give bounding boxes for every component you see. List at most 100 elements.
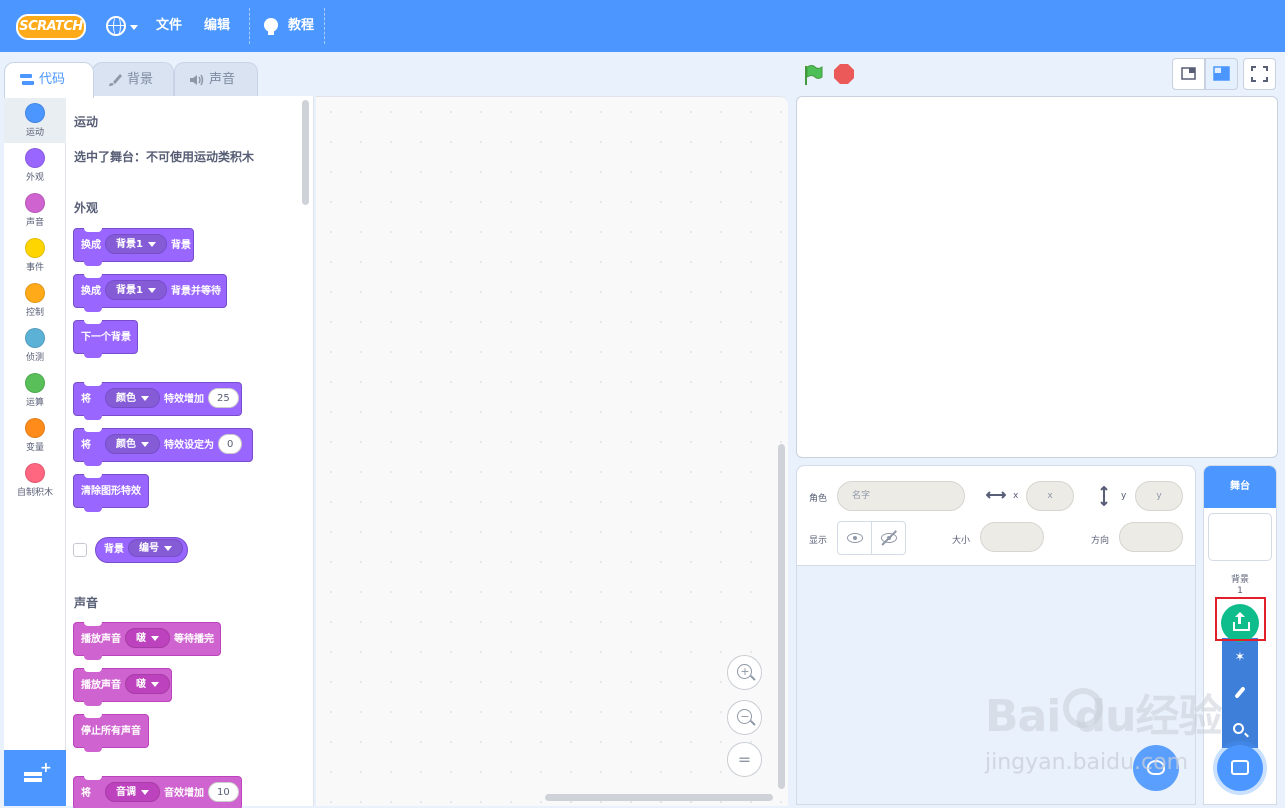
dropdown-value: 编号 — [139, 543, 159, 554]
choose-backdrop-button[interactable] — [1217, 745, 1263, 791]
zoom-out-button[interactable]: − — [727, 700, 762, 735]
backdrop-monitor-checkbox[interactable] — [73, 543, 87, 557]
language-caret-icon[interactable] — [130, 25, 138, 30]
tab-sounds[interactable]: 声音 — [174, 62, 258, 98]
language-globe-icon[interactable] — [106, 16, 126, 36]
palette-section-looks: 外观 — [74, 201, 99, 215]
show-sprite-button[interactable] — [838, 522, 872, 554]
category-operators[interactable]: 运算 — [4, 368, 66, 413]
effect-value-input[interactable]: 25 — [208, 388, 239, 408]
block-start-sound[interactable]: 播放声音 啵 — [73, 668, 172, 706]
block-text: 播放声音 — [81, 634, 121, 645]
choose-sprite-button[interactable] — [1133, 745, 1179, 791]
scratch-logo[interactable]: SCRATCH — [16, 14, 86, 40]
backdrop-dropdown[interactable]: 背景1 — [105, 234, 167, 254]
block-stop-all-sounds[interactable]: 停止所有声音 — [73, 714, 149, 752]
menu-edit[interactable]: 编辑 — [204, 0, 230, 52]
category-sensing[interactable]: 侦测 — [4, 323, 66, 368]
menu-bar: SCRATCH 文件 编辑 教程 — [0, 0, 1285, 52]
x-position-field[interactable]: x — [1026, 481, 1074, 511]
dropdown-value: 音调 — [116, 787, 136, 798]
backdrops-count: 1 — [1237, 586, 1243, 596]
category-variables[interactable]: 变量 — [4, 413, 66, 458]
block-change-sound-effect[interactable]: 将 音调 音效增加 10 — [73, 776, 242, 808]
workspace-vertical-scrollbar[interactable] — [778, 444, 785, 789]
category-events[interactable]: 事件 — [4, 233, 66, 278]
backdrop-number-dropdown[interactable]: 编号 — [128, 539, 183, 557]
y-arrows-icon — [1100, 486, 1108, 506]
block-text: 背景并等待 — [170, 286, 221, 297]
looks-dot-icon — [25, 148, 45, 168]
tab-label: 背景 — [127, 72, 154, 87]
category-label: 运算 — [25, 398, 44, 408]
menu-file[interactable]: 文件 — [156, 0, 182, 52]
block-text: 下一个背景 — [81, 332, 131, 343]
category-sound[interactable]: 声音 — [4, 188, 66, 233]
script-workspace[interactable] — [316, 96, 788, 806]
paint-icon[interactable] — [1230, 684, 1250, 704]
stage-target-header[interactable]: 舞台 — [1204, 466, 1276, 508]
add-extension-button[interactable] — [4, 750, 66, 806]
category-menu: 运动 外观 声音 事件 控制 侦测 运算 变量 自制积木 — [4, 96, 66, 806]
control-dot-icon — [25, 283, 45, 303]
palette-scrollbar[interactable] — [302, 100, 309, 205]
block-text: 等待播完 — [174, 634, 214, 645]
x-label: x — [1013, 491, 1019, 501]
block-clear-effects[interactable]: 清除图形特效 — [73, 474, 149, 512]
search-icon[interactable] — [1230, 720, 1250, 740]
menu-tutorials[interactable]: 教程 — [288, 0, 314, 52]
block-switch-backdrop-and-wait[interactable]: 换成 背景1 背景并等待 — [73, 274, 227, 312]
direction-field[interactable] — [1119, 522, 1183, 552]
category-looks[interactable]: 外观 — [4, 143, 66, 188]
block-next-backdrop[interactable]: 下一个背景 — [73, 320, 138, 358]
effect-dropdown[interactable]: 颜色 — [105, 434, 160, 454]
tab-backdrops[interactable]: 背景 — [92, 62, 174, 98]
code-icon — [20, 74, 34, 85]
menu-divider — [324, 8, 325, 44]
palette-section-sound: 声音 — [74, 596, 99, 610]
sound-dropdown[interactable]: 啵 — [125, 674, 170, 694]
block-switch-backdrop[interactable]: 换成 背景1 背景 — [73, 228, 194, 266]
zoom-in-icon: + — [740, 665, 750, 678]
block-backdrop-reporter[interactable]: 背景 编号 — [95, 537, 188, 563]
effect-value-input[interactable]: 0 — [218, 434, 243, 454]
size-field[interactable] — [980, 522, 1044, 552]
block-text: 清除图形特效 — [81, 486, 141, 497]
green-flag-icon[interactable] — [802, 64, 824, 86]
input-value: 10 — [217, 787, 230, 798]
brush-icon — [109, 74, 122, 86]
sound-dropdown[interactable]: 啵 — [125, 628, 170, 648]
zoom-reset-button[interactable]: = — [727, 742, 762, 777]
block-change-effect[interactable]: 将 颜色 特效增加 25 — [73, 382, 242, 420]
category-motion[interactable]: 运动 — [4, 98, 66, 143]
tab-code[interactable]: 代码 — [4, 62, 94, 98]
surprise-icon[interactable]: ✶ — [1230, 648, 1250, 668]
workspace-horizontal-scrollbar[interactable] — [545, 794, 773, 801]
hide-sprite-button[interactable] — [872, 522, 906, 554]
zoom-in-button[interactable]: + — [727, 655, 762, 690]
menu-divider — [249, 8, 250, 44]
sprite-label: 角色 — [809, 494, 828, 504]
lightbulb-icon[interactable] — [264, 18, 278, 35]
backdrop-dropdown[interactable]: 背景1 — [105, 280, 167, 300]
motion-stage-note: 选中了舞台：不可使用运动类积木 — [74, 150, 255, 164]
stage-thumbnail[interactable] — [1208, 513, 1272, 561]
sound-effect-dropdown[interactable]: 音调 — [105, 782, 160, 802]
stop-icon[interactable] — [834, 64, 854, 84]
small-stage-button[interactable] — [1172, 58, 1205, 90]
block-set-effect[interactable]: 将 颜色 特效设定为 0 — [73, 428, 253, 466]
my-blocks-dot-icon — [25, 463, 45, 483]
stage-canvas[interactable] — [796, 96, 1278, 458]
category-label: 运动 — [25, 128, 44, 138]
effect-dropdown[interactable]: 颜色 — [105, 388, 160, 408]
backdrop-image-icon — [1231, 760, 1249, 775]
sound-effect-value-input[interactable]: 10 — [208, 782, 239, 802]
category-control[interactable]: 控制 — [4, 278, 66, 323]
sprite-name-field[interactable]: 名字 — [837, 481, 965, 511]
block-play-sound-until-done[interactable]: 播放声音 啵 等待播完 — [73, 622, 221, 660]
y-position-field[interactable]: y — [1135, 481, 1183, 511]
category-my-blocks[interactable]: 自制积木 — [4, 458, 66, 503]
large-stage-button[interactable] — [1205, 58, 1238, 90]
dropdown-value: 颜色 — [116, 393, 136, 404]
fullscreen-button[interactable] — [1243, 58, 1276, 90]
